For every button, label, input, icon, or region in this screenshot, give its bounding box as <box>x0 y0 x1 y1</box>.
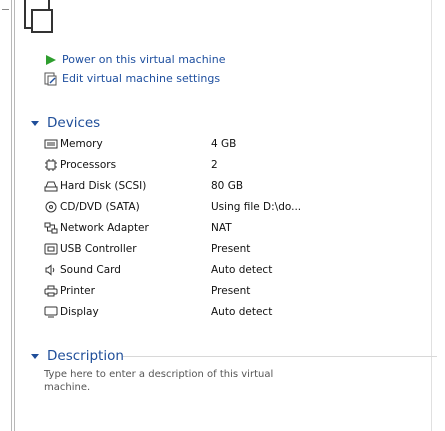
memory-icon <box>44 138 58 150</box>
cd-dvd-icon <box>44 201 58 213</box>
description-title: Description <box>47 348 124 364</box>
panel-divider <box>11 0 12 431</box>
devices-section-toggle[interactable]: Devices <box>31 114 100 132</box>
device-value: Present <box>211 243 251 255</box>
description-divider <box>123 356 437 357</box>
device-value: Using file D:\do... <box>211 201 302 213</box>
right-border <box>431 0 432 431</box>
device-row-hard-disk[interactable]: Hard Disk (SCSI) 80 GB <box>44 177 344 195</box>
device-name: Memory <box>60 138 103 150</box>
sound-card-icon <box>44 264 58 276</box>
device-value: Auto detect <box>211 264 273 276</box>
chevron-down-icon <box>31 353 39 359</box>
device-value: Present <box>211 285 251 297</box>
edit-settings-link[interactable]: Edit virtual machine settings <box>44 70 220 87</box>
device-name: Sound Card <box>60 264 121 276</box>
power-on-label: Power on this virtual machine <box>62 53 226 66</box>
device-row-usb-controller[interactable]: USB Controller Present <box>44 240 344 258</box>
device-row-network-adapter[interactable]: Network Adapter NAT <box>44 219 344 237</box>
panel-divider-inner <box>14 0 15 431</box>
device-name: CD/DVD (SATA) <box>60 201 140 213</box>
processor-icon <box>44 159 58 171</box>
virtual-machine-icon <box>24 0 54 34</box>
device-value: NAT <box>211 222 232 234</box>
hard-disk-icon <box>44 180 58 192</box>
chevron-down-icon <box>31 120 39 126</box>
description-input[interactable]: Type here to enter a description of this… <box>44 368 304 394</box>
edit-settings-icon <box>44 72 58 86</box>
device-row-memory[interactable]: Memory 4 GB <box>44 135 344 153</box>
splitter-handle[interactable] <box>2 9 9 10</box>
device-name: Network Adapter <box>60 222 149 234</box>
device-row-processors[interactable]: Processors 2 <box>44 156 344 174</box>
device-value: 2 <box>211 159 218 171</box>
device-row-cd-dvd[interactable]: CD/DVD (SATA) Using file D:\do... <box>44 198 344 216</box>
network-adapter-icon <box>44 222 58 234</box>
device-value: 4 GB <box>211 138 237 150</box>
edit-settings-label: Edit virtual machine settings <box>62 72 221 85</box>
device-row-printer[interactable]: Printer Present <box>44 282 344 300</box>
device-name: Hard Disk (SCSI) <box>60 180 147 192</box>
device-value: Auto detect <box>211 306 273 318</box>
device-name: Processors <box>60 159 117 171</box>
usb-controller-icon <box>44 243 58 255</box>
device-row-display[interactable]: Display Auto detect <box>44 303 344 321</box>
device-row-sound-card[interactable]: Sound Card Auto detect <box>44 261 344 279</box>
device-name: USB Controller <box>60 243 137 255</box>
power-on-link[interactable]: Power on this virtual machine <box>44 51 225 68</box>
display-icon <box>44 306 58 318</box>
device-name: Display <box>60 306 99 318</box>
play-icon <box>44 53 58 67</box>
description-section-toggle[interactable]: Description <box>31 347 124 365</box>
printer-icon <box>44 285 58 297</box>
devices-title: Devices <box>47 115 101 131</box>
device-name: Printer <box>60 285 95 297</box>
device-value: 80 GB <box>211 180 244 192</box>
